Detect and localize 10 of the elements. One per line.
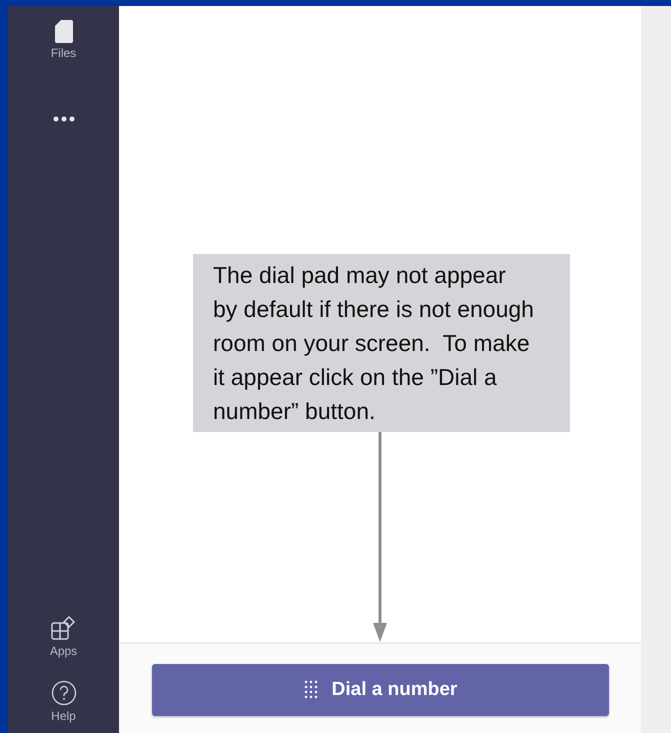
- sidebar-item[interactable]: Help: [50, 680, 76, 723]
- dial-button[interactable]: Dial a number: [152, 664, 609, 716]
- callout-text: The dial pad may not appear by default if there is not enough room on your screen. To make it appear click on the ”Dial a number” button.: [193, 254, 570, 432]
- help-icon: [50, 680, 76, 706]
- more-icon[interactable]: [52, 116, 74, 122]
- sidebar-item[interactable]: Files: [50, 20, 76, 60]
- file-icon: [54, 20, 72, 43]
- apps-icon: [50, 615, 76, 641]
- dialpad-icon: [304, 680, 318, 700]
- sidebar-item[interactable]: Apps: [50, 615, 78, 658]
